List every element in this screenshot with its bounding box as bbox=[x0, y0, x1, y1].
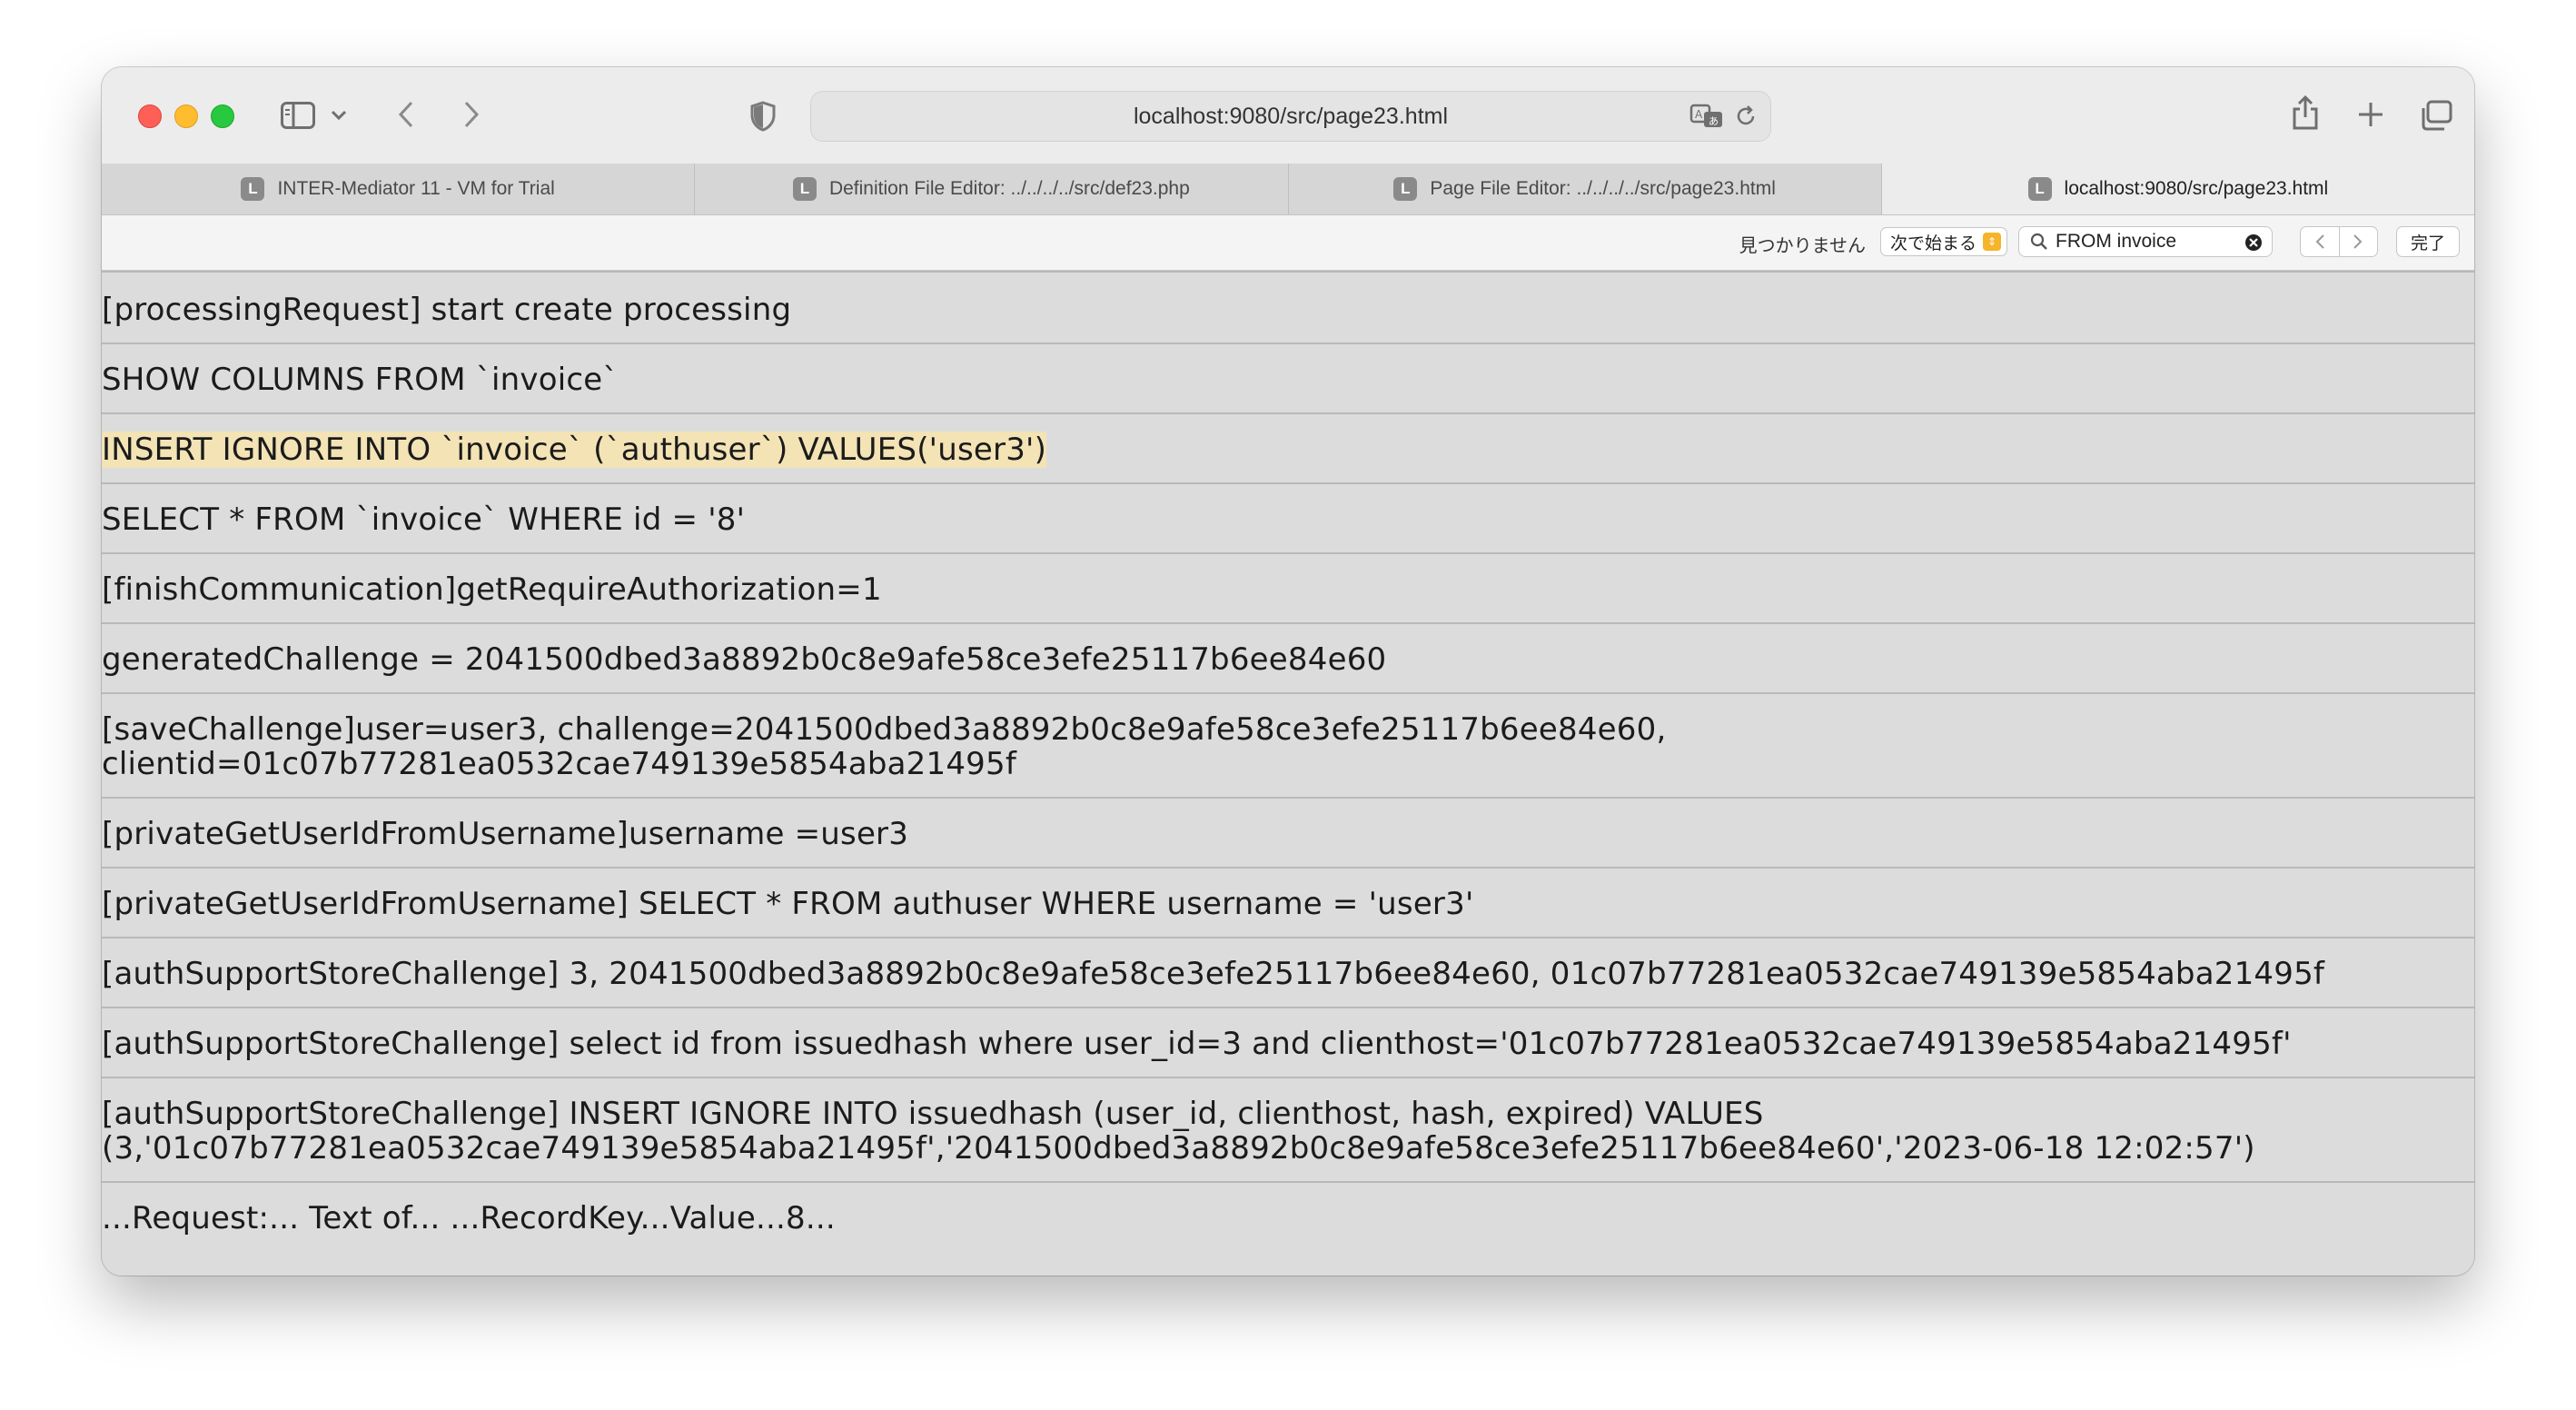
forward-icon[interactable] bbox=[458, 98, 485, 131]
new-tab-icon[interactable] bbox=[2354, 98, 2387, 131]
log-row: [privateGetUserIdFromUsername]username =… bbox=[102, 797, 2474, 867]
log-row-partial: ...Request:... Text of... ...RecordKey..… bbox=[102, 1181, 2474, 1251]
log-row: SELECT * FROM `invoice` WHERE id = '8' bbox=[102, 482, 2474, 552]
favicon-icon: L bbox=[241, 177, 265, 201]
highlighted-log-text: INSERT IGNORE INTO `invoice` (`authuser`… bbox=[102, 432, 1047, 468]
zoom-window-button[interactable] bbox=[211, 104, 234, 128]
updown-chevron-icon: ⇕ bbox=[1983, 233, 2001, 251]
tab-bar: L INTER-Mediator 11 - VM for Trial L Def… bbox=[102, 164, 2474, 215]
translate-icon[interactable]: Aあ bbox=[1689, 103, 1725, 130]
tab-label: Definition File Editor: ../../../../src/… bbox=[828, 178, 1190, 199]
favicon-icon: L bbox=[792, 177, 817, 201]
search-icon bbox=[2030, 233, 2048, 251]
tab-definition-file-editor[interactable]: L Definition File Editor: ../../../../sr… bbox=[695, 164, 1289, 214]
find-bar: 見つかりません 次で始まる ⇕ 完了 bbox=[102, 215, 2474, 271]
close-window-button[interactable] bbox=[138, 104, 162, 128]
browser-window: localhost:9080/src/page23.html Aあ L INTE… bbox=[102, 67, 2474, 1276]
log-row: [authSupportStoreChallenge] 3, 2041500db… bbox=[102, 937, 2474, 1007]
tab-label: localhost:9080/src/page23.html bbox=[2064, 178, 2329, 199]
minimize-window-button[interactable] bbox=[174, 104, 198, 128]
svg-text:あ: あ bbox=[1709, 115, 1719, 127]
find-mode-select[interactable]: 次で始まる ⇕ bbox=[1880, 227, 2007, 256]
find-input[interactable] bbox=[2054, 230, 2230, 253]
url-text: localhost:9080/src/page23.html bbox=[1133, 103, 1449, 129]
log-row: SHOW COLUMNS FROM `invoice` bbox=[102, 343, 2474, 412]
find-search-field[interactable] bbox=[2018, 226, 2273, 257]
log-row: [authSupportStoreChallenge] select id fr… bbox=[102, 1007, 2474, 1077]
favicon-icon: L bbox=[1393, 177, 1418, 201]
log-row: INSERT IGNORE INTO `invoice` (`authuser`… bbox=[102, 412, 2474, 482]
tab-label: INTER-Mediator 11 - VM for Trial bbox=[277, 178, 555, 199]
tab-overview-icon[interactable] bbox=[2418, 98, 2454, 133]
log-row: [finishCommunication]getRequireAuthoriza… bbox=[102, 552, 2474, 622]
log-row: generatedChallenge = 2041500dbed3a8892b0… bbox=[102, 622, 2474, 692]
tab-inter-mediator[interactable]: L INTER-Mediator 11 - VM for Trial bbox=[102, 164, 696, 214]
log-row: [privateGetUserIdFromUsername] SELECT * … bbox=[102, 867, 2474, 937]
share-icon[interactable] bbox=[2289, 93, 2322, 133]
privacy-shield-icon[interactable] bbox=[748, 100, 778, 133]
log-row: [saveChallenge]user=user3, challenge=204… bbox=[102, 692, 2474, 797]
log-row: [processingRequest] start create process… bbox=[102, 271, 2474, 343]
log-output: [processingRequest] start create process… bbox=[102, 271, 2474, 1276]
find-navigation bbox=[2300, 226, 2378, 257]
address-bar[interactable]: localhost:9080/src/page23.html Aあ bbox=[810, 91, 1771, 142]
tab-page23-active[interactable]: L localhost:9080/src/page23.html bbox=[1881, 164, 2474, 214]
sidebar-icon[interactable] bbox=[280, 100, 316, 131]
find-mode-label: 次で始まる bbox=[1890, 233, 1977, 253]
clear-search-icon[interactable] bbox=[2244, 233, 2263, 252]
favicon-icon: L bbox=[2027, 177, 2052, 201]
toolbar: localhost:9080/src/page23.html Aあ bbox=[102, 67, 2474, 164]
log-row: [authSupportStoreChallenge] INSERT IGNOR… bbox=[102, 1077, 2474, 1181]
find-done-button[interactable]: 完了 bbox=[2396, 226, 2460, 257]
chevron-down-icon[interactable] bbox=[329, 105, 349, 125]
tab-label: Page File Editor: ../../../../src/page23… bbox=[1430, 178, 1776, 199]
svg-text:A: A bbox=[1695, 108, 1703, 121]
find-status-text: 見つかりません bbox=[1739, 236, 1866, 256]
back-icon[interactable] bbox=[392, 98, 420, 131]
find-previous-icon[interactable] bbox=[2301, 227, 2340, 256]
find-next-icon[interactable] bbox=[2340, 227, 2378, 256]
tab-page-file-editor[interactable]: L Page File Editor: ../../../../src/page… bbox=[1289, 164, 1882, 214]
reload-icon[interactable] bbox=[1732, 103, 1759, 130]
